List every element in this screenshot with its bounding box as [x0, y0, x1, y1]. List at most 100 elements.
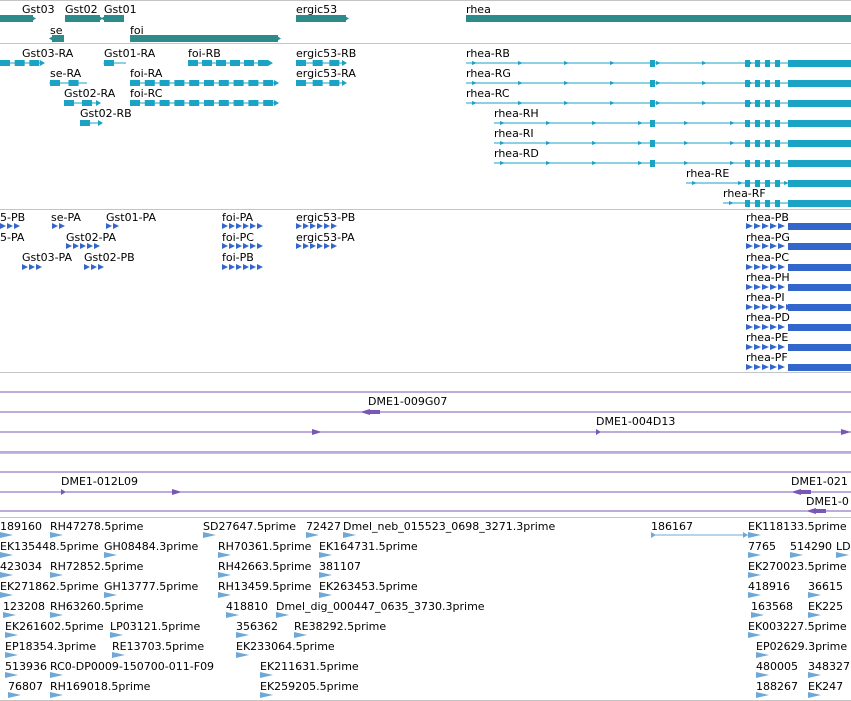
feature-label-189160[interactable]: 189160 [0, 520, 42, 533]
feature-label-dmel-neb-015523-0698-3271-3prime[interactable]: Dmel_neb_015523_0698_3271.3prime [343, 520, 555, 533]
feature-label-36615[interactable]: 36615 [808, 580, 843, 593]
feature-label-rhea-re[interactable]: rhea-RE [686, 167, 729, 180]
feature-label-gh08484-3prime[interactable]: GH08484.3prime [104, 540, 198, 553]
feature-label-dme1-021[interactable]: DME1-021 [791, 475, 848, 488]
feature-label-rhea-rf[interactable]: rhea-RF [723, 187, 766, 200]
feature-label-rhea-pi[interactable]: rhea-PI [746, 291, 785, 304]
feature-label-rc0-dp0009-150700-011-f09[interactable]: RC0-DP0009-150700-011-F09 [50, 660, 214, 673]
feature-label-ld[interactable]: LD [836, 540, 851, 553]
feature-label-rhea-rd[interactable]: rhea-RD [494, 147, 539, 160]
feature-label-foi-rb[interactable]: foi-RB [188, 47, 221, 60]
feature-label-123208[interactable]: 123208 [3, 600, 45, 613]
feature-label-ek270023-5prime[interactable]: EK270023.5prime [748, 560, 847, 573]
feature-label-ek211631-5prime[interactable]: EK211631.5prime [260, 660, 359, 673]
feature-label-ergic53-pa[interactable]: ergic53-PA [296, 231, 355, 244]
feature-label-7765[interactable]: 7765 [748, 540, 776, 553]
feature-label-foi-pb[interactable]: foi-PB [222, 251, 254, 264]
feature-label-514290[interactable]: 514290 [790, 540, 832, 553]
feature-label-381107[interactable]: 381107 [319, 560, 361, 573]
feature-label-ergic53-pb[interactable]: ergic53-PB [296, 211, 355, 224]
feature-label-dme1-009g07[interactable]: DME1-009G07 [368, 395, 447, 408]
feature-label-gst02-pa[interactable]: Gst02-PA [66, 231, 116, 244]
feature-label-5-pb[interactable]: 5-PB [0, 211, 25, 224]
feature-label-ek225[interactable]: EK225 [808, 600, 843, 613]
feature-label-rh169018-5prime[interactable]: RH169018.5prime [50, 680, 150, 693]
feature-label-188267[interactable]: 188267 [756, 680, 798, 693]
feature-label-gst03-ra[interactable]: Gst03-RA [22, 47, 73, 60]
feature-label-ek003227-5prime[interactable]: EK003227.5prime [748, 620, 847, 633]
feature-label-dme1-012l09[interactable]: DME1-012L09 [61, 475, 138, 488]
feature-label-ek271862-5prime[interactable]: EK271862.5prime [0, 580, 99, 593]
feature-label-dmel-dig-000447-0635-3730-3prime[interactable]: Dmel_dig_000447_0635_3730.3prime [276, 600, 485, 613]
feature-label-ep02629-3prime[interactable]: EP02629.3prime [756, 640, 847, 653]
feature-label-480005[interactable]: 480005 [756, 660, 798, 673]
feature-label-72427[interactable]: 72427 [306, 520, 341, 533]
feature-label-rhea[interactable]: rhea [466, 3, 491, 16]
feature-label-gst02-ra[interactable]: Gst02-RA [64, 87, 115, 100]
feature-label-foi[interactable]: foi [130, 24, 144, 37]
feature-label-ergic53[interactable]: ergic53 [296, 3, 337, 16]
feature-label-rhea-pe[interactable]: rhea-PE [746, 331, 788, 344]
feature-label-348327[interactable]: 348327 [808, 660, 850, 673]
feature-label-sd27647-5prime[interactable]: SD27647.5prime [203, 520, 296, 533]
feature-label-186167[interactable]: 186167 [651, 520, 693, 533]
feature-label-rhea-rg[interactable]: rhea-RG [466, 67, 511, 80]
feature-label-se-ra[interactable]: se-RA [50, 67, 81, 80]
feature-label-gst01-pa[interactable]: Gst01-PA [106, 211, 156, 224]
feature-label-gst02-pb[interactable]: Gst02-PB [84, 251, 135, 264]
feature-label-rhea-ph[interactable]: rhea-PH [746, 271, 790, 284]
feature-label-gst03-pa[interactable]: Gst03-PA [22, 251, 72, 264]
feature-label-163568[interactable]: 163568 [751, 600, 793, 613]
feature-label-rh47278-5prime[interactable]: RH47278.5prime [50, 520, 143, 533]
feature-label-gh13777-5prime[interactable]: GH13777.5prime [104, 580, 198, 593]
feature-label-5-pa[interactable]: 5-PA [0, 231, 24, 244]
feature-label-ek263453-5prime[interactable]: EK263453.5prime [319, 580, 418, 593]
feature-label-rh72852-5prime[interactable]: RH72852.5prime [50, 560, 143, 573]
feature-label-rhea-pc[interactable]: rhea-PC [746, 251, 789, 264]
feature-label-76807[interactable]: 76807 [8, 680, 43, 693]
feature-label-foi-pa[interactable]: foi-PA [222, 211, 253, 224]
feature-label-rhea-pf[interactable]: rhea-PF [746, 351, 788, 364]
feature-label-rh13459-5prime[interactable]: RH13459.5prime [218, 580, 311, 593]
feature-label-rhea-pb[interactable]: rhea-PB [746, 211, 789, 224]
feature-label-513936[interactable]: 513936 [5, 660, 47, 673]
feature-label-se-pa[interactable]: se-PA [51, 211, 81, 224]
feature-label-rhea-ri[interactable]: rhea-RI [494, 127, 534, 140]
feature-label-ek259205-5prime[interactable]: EK259205.5prime [260, 680, 359, 693]
feature-label-rhea-pd[interactable]: rhea-PD [746, 311, 790, 324]
feature-label-rhea-rc[interactable]: rhea-RC [466, 87, 510, 100]
feature-label-se[interactable]: se [50, 24, 63, 37]
feature-label-foi-ra[interactable]: foi-RA [130, 67, 162, 80]
feature-label-rh42663-5prime[interactable]: RH42663.5prime [218, 560, 311, 573]
feature-label-rhea-rb[interactable]: rhea-RB [466, 47, 510, 60]
feature-label-rhea-rh[interactable]: rhea-RH [494, 107, 539, 120]
feature-label-gst02-rb[interactable]: Gst02-RB [80, 107, 132, 120]
feature-label-dme1-0[interactable]: DME1-0 [806, 495, 849, 508]
feature-label-rhea-pg[interactable]: rhea-PG [746, 231, 790, 244]
feature-label-gst03[interactable]: Gst03 [22, 3, 55, 16]
feature-label-ek261602-5prime[interactable]: EK261602.5prime [5, 620, 104, 633]
feature-label-dme1-004d13[interactable]: DME1-004D13 [596, 415, 675, 428]
feature-label-gst01-ra[interactable]: Gst01-RA [104, 47, 155, 60]
feature-label-356362[interactable]: 356362 [236, 620, 278, 633]
feature-label-rh63260-5prime[interactable]: RH63260.5prime [50, 600, 143, 613]
feature-label-ek233064-5prime[interactable]: EK233064.5prime [236, 640, 335, 653]
feature-label-ek118133-5prime[interactable]: EK118133.5prime [748, 520, 847, 533]
feature-label-gst02[interactable]: Gst02 [65, 3, 98, 16]
feature-label-re38292-5prime[interactable]: RE38292.5prime [294, 620, 386, 633]
feature-label-ek164731-5prime[interactable]: EK164731.5prime [319, 540, 418, 553]
feature-label-gst01[interactable]: Gst01 [104, 3, 137, 16]
feature-label-ek247[interactable]: EK247 [808, 680, 843, 693]
feature-label-re13703-5prime[interactable]: RE13703.5prime [112, 640, 204, 653]
feature-label-ergic53-rb[interactable]: ergic53-RB [296, 47, 356, 60]
feature-label-foi-pc[interactable]: foi-PC [222, 231, 254, 244]
feature-label-418810[interactable]: 418810 [226, 600, 268, 613]
feature-label-423034[interactable]: 423034 [0, 560, 42, 573]
feature-label-418916[interactable]: 418916 [748, 580, 790, 593]
feature-label-ek135448-5prime[interactable]: EK135448.5prime [0, 540, 99, 553]
feature-label-rh70361-5prime[interactable]: RH70361.5prime [218, 540, 311, 553]
feature-label-lp03121-5prime[interactable]: LP03121.5prime [110, 620, 200, 633]
feature-label-ep18354-3prime[interactable]: EP18354.3prime [5, 640, 96, 653]
feature-label-ergic53-ra[interactable]: ergic53-RA [296, 67, 356, 80]
feature-label-foi-rc[interactable]: foi-RC [130, 87, 162, 100]
